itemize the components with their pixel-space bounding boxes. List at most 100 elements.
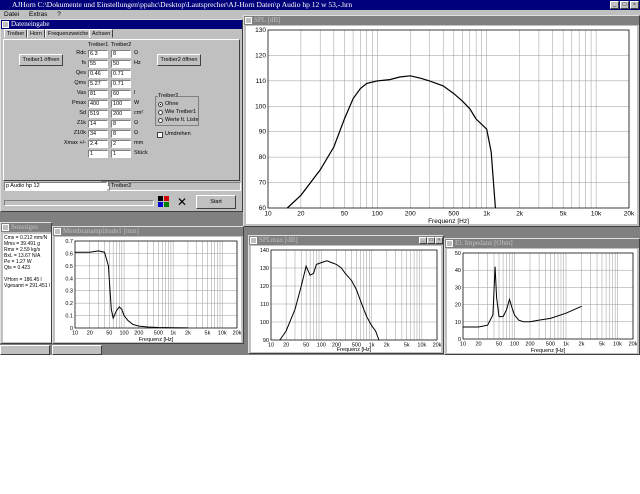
treiber2-param-input[interactable]: 1 [111,150,131,158]
menu-datei[interactable]: Datei [4,11,19,18]
radio-ohne[interactable] [158,102,163,107]
data-point [172,327,174,329]
tab-frequenzweiche[interactable]: Frequenzweiche [45,29,92,38]
data-point [121,309,123,310]
x-tick-label: 500 [448,211,459,218]
tab-treiber[interactable]: Treiber [4,29,28,38]
minimized-window-1[interactable] [0,345,50,355]
x-tick-label: 50 [341,211,349,218]
treiber2-param-input[interactable]: 200 [111,110,131,118]
data-point [486,128,488,130]
data-point [375,330,376,332]
data-point [344,118,345,120]
x-tick-label: 100 [510,342,519,348]
data-point [429,80,430,82]
treiber1-param-input[interactable]: 0.46 [88,70,108,78]
minimized-window-2[interactable] [52,345,102,355]
treiber1-param-input[interactable]: 2.4 [88,140,108,148]
param-label: Vas [76,90,86,96]
treiber2-param-input[interactable]: 8 [111,50,131,58]
y-tick-label: 10 [455,320,461,326]
color-picker-icon[interactable] [156,195,172,209]
data-point [453,93,455,94]
sonstiges-title: Sonstiges [11,223,38,231]
maximize-button[interactable]: □ [620,1,629,9]
y-tick-label: 90 [259,129,267,136]
treiber2-param-input[interactable]: 2 [111,140,131,148]
window-icon [245,17,252,24]
radio-wie-treiber1-label: Wie Treiber1 [165,109,197,115]
x-tick-label: 2k [516,211,524,218]
data-point [377,80,378,82]
treiber1-name-field[interactable]: p Audio hp 12 [4,182,107,191]
treiber1-param-input[interactable]: 34 [88,130,108,138]
data-point [285,330,287,332]
x-tick-label: 20k [624,211,635,218]
sonstiges-caption: Sonstiges [1,223,51,232]
data-point [565,312,567,314]
treiber1-param-input[interactable]: 6.3 [88,50,108,58]
treiber1-param-input[interactable]: 1 [88,150,108,158]
app-titlebar: AJHorn C:\Dokumente und Einstellungen\pp… [0,0,640,10]
treiber1-param-input[interactable]: 400 [88,100,108,108]
data-point [509,299,510,300]
x-tick-label: 5k [599,342,605,348]
close-button[interactable]: × [435,237,443,244]
menu-extras[interactable]: Extras [29,11,47,18]
x-tick-label: 1k [170,331,176,337]
spl-chart: 130 120 110 100 90 80 70 60 10 20 50 100 200 500 1k 2k 5… [246,26,637,225]
window-icon [446,240,453,247]
data-point [356,289,357,290]
tab-achsen[interactable]: Achsen [89,29,114,38]
tab-strip: Treiber Horn Frequenzweiche Achsen [1,29,242,39]
param-label: Z10k [73,130,86,136]
minimize-button[interactable]: _ [610,1,619,9]
data-point [495,207,496,209]
data-point [523,321,524,323]
data-point [309,274,311,276]
treiber2-param-input[interactable]: 60 [111,90,131,98]
radio-wie-treiber1[interactable] [158,110,163,115]
menu-help[interactable]: ? [57,11,61,18]
data-point [132,323,134,325]
treiber2-open-button[interactable]: Treiber2 öffnen [157,54,201,66]
treiber1-param-input[interactable]: 5.27 [88,80,108,88]
treiber1-param-input[interactable]: 519 [88,110,108,118]
data-point [116,310,117,311]
plot-frame [462,252,634,340]
umdrehen-label: Umdrehen [165,131,191,137]
cancel-x-icon[interactable]: ✕ [175,195,189,209]
chart-svg: 1301201101009080706010 20 50 100 200 500 1k 2k 5… [255,27,635,225]
treiber2-groupbox: Treiber2 Ohne Wie Treiber1 Werte lt. Lis… [155,93,199,126]
start-button[interactable]: Start [196,195,236,209]
y-tick-label: 80 [259,154,267,161]
treiber2-param-input[interactable]: 0.71 [111,70,131,78]
data-point [336,264,337,265]
treiber1-param-input[interactable]: 55 [88,60,108,68]
treiber2-param-input[interactable]: 50 [111,60,131,68]
dateneingabe-caption: Dateneingabe [1,20,242,29]
treiber2-param-input[interactable]: 8 [111,130,131,138]
treiber2-param-input[interactable]: 8 [111,120,131,128]
treiber1-param-input[interactable]: 81 [88,90,108,98]
y-tick-label: 100 [255,103,266,110]
data-point [319,169,321,171]
membran-title: Membranamplitude1 [mm] [63,227,140,235]
sonstiges-window: Sonstiges Cms = 0.212 mm/N Mms = 39.491 g… [0,222,52,344]
y-tick-label: 110 [256,78,267,85]
minimize-button[interactable]: _ [419,237,427,244]
radio-werte-liste[interactable] [158,118,163,123]
col-header-treiber1: Treiber1 [88,42,109,48]
umdrehen-checkbox[interactable] [157,132,163,138]
param-unit: Hz [134,60,141,66]
data-point [399,76,400,78]
param-unit: mm [134,140,144,146]
treiber2-param-input[interactable]: 0.71 [111,80,131,88]
tab-horn[interactable]: Horn [27,29,45,38]
close-button[interactable]: × [630,1,639,9]
treiber1-param-input[interactable]: 14 [88,120,108,128]
maximize-button[interactable]: □ [427,237,435,244]
treiber2-param-input[interactable]: 100 [111,100,131,108]
data-point [514,314,515,316]
data-point [529,321,531,323]
